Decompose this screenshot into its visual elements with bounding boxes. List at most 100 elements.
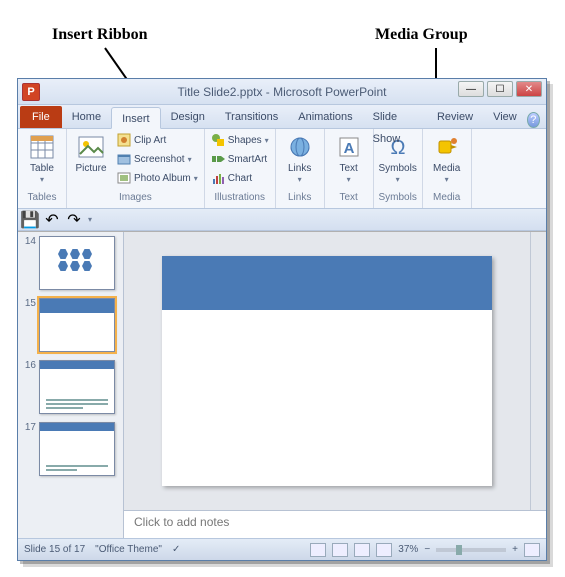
view-sorter-button[interactable] (332, 543, 348, 557)
qat-dropdown-icon[interactable]: ▾ (88, 215, 92, 224)
annotation-media-group: Media Group (375, 26, 468, 44)
smartart-icon (211, 152, 225, 166)
photoalbum-icon (117, 171, 131, 185)
table-icon (28, 133, 56, 161)
caret-icon: ▾ (265, 136, 269, 145)
clipart-button[interactable]: Clip Art (115, 131, 200, 149)
group-tables: Table▾ Tables (18, 129, 67, 208)
ribbon-tabs: File Home Insert Design Transitions Anim… (18, 105, 546, 129)
group-tables-label: Tables (22, 192, 62, 206)
tab-transitions[interactable]: Transitions (215, 106, 288, 128)
picture-label: Picture (75, 163, 106, 174)
vertical-scrollbar[interactable] (530, 232, 546, 510)
current-slide[interactable] (162, 256, 492, 486)
maximize-button[interactable]: ☐ (487, 81, 513, 97)
tab-insert[interactable]: Insert (111, 107, 161, 129)
fit-to-window-button[interactable] (524, 543, 540, 557)
minimize-button[interactable]: — (458, 81, 484, 97)
group-symbols-label: Symbols (378, 192, 418, 206)
caret-icon: ▾ (40, 175, 44, 184)
shapes-icon (211, 133, 225, 147)
picture-icon (77, 133, 105, 161)
tab-home[interactable]: Home (62, 106, 111, 128)
thumbnail-16[interactable]: 16 (20, 360, 121, 414)
links-label: Links (288, 163, 311, 174)
zoom-slider[interactable] (436, 548, 506, 552)
view-normal-button[interactable] (310, 543, 326, 557)
group-media-label: Media (427, 192, 467, 206)
group-images-label: Images (71, 192, 200, 206)
photoalbum-label: Photo Album (134, 173, 191, 184)
picture-button[interactable]: Picture (71, 131, 111, 174)
close-button[interactable]: ✕ (516, 81, 542, 97)
caret-icon: ▾ (347, 175, 351, 184)
screenshot-label: Screenshot (134, 154, 185, 165)
redo-icon[interactable]: ↷ (66, 212, 82, 228)
tab-file[interactable]: File (20, 106, 62, 128)
notes-pane[interactable]: Click to add notes (124, 510, 546, 538)
view-reading-button[interactable] (354, 543, 370, 557)
save-icon[interactable]: 💾 (22, 212, 38, 228)
thumbnail-15[interactable]: 15 (20, 298, 121, 352)
smartart-label: SmartArt (228, 154, 267, 165)
tab-animations[interactable]: Animations (288, 106, 362, 128)
zoom-out-button[interactable]: − (424, 544, 430, 555)
quick-access-toolbar: 💾 ↶ ↷ ▾ (18, 209, 546, 231)
links-icon (286, 133, 314, 161)
slide-canvas[interactable] (124, 232, 530, 510)
help-icon[interactable]: ? (527, 112, 540, 128)
group-images: Picture Clip Art Screenshot ▾ Photo Albu (67, 129, 205, 208)
app-window: P Title Slide2.pptx - Microsoft PowerPoi… (17, 78, 547, 561)
tab-review[interactable]: Review (427, 106, 483, 128)
text-button[interactable]: A Text▾ (329, 131, 369, 185)
shapes-label: Shapes (228, 135, 262, 146)
thumbnail-17[interactable]: 17 (20, 422, 121, 476)
status-bar: Slide 15 of 17 "Office Theme" ✓ 37% − + (18, 538, 546, 560)
caret-icon: ▾ (298, 175, 302, 184)
caret-icon: ▾ (194, 174, 198, 183)
media-label: Media (433, 163, 460, 174)
tab-design[interactable]: Design (161, 106, 215, 128)
svg-text:A: A (343, 140, 354, 157)
group-illustrations: Shapes ▾ SmartArt Chart Illustrations (205, 129, 276, 208)
media-icon (433, 133, 461, 161)
view-slideshow-button[interactable] (376, 543, 392, 557)
annotation-insert-ribbon: Insert Ribbon (52, 26, 148, 44)
status-theme: "Office Theme" (95, 544, 162, 555)
table-label: Table (30, 163, 54, 174)
group-links: Links▾ Links (276, 129, 325, 208)
undo-icon[interactable]: ↶ (44, 212, 60, 228)
symbols-label: Symbols (378, 163, 416, 174)
clipart-label: Clip Art (134, 135, 166, 146)
editor-area: Click to add notes (124, 232, 546, 538)
tab-slideshow[interactable]: Slide Show (363, 106, 427, 128)
group-text-label: Text (329, 192, 369, 206)
thumb-number: 14 (20, 236, 36, 247)
status-slide: Slide 15 of 17 (24, 544, 85, 555)
shapes-button[interactable]: Shapes ▾ (209, 131, 271, 149)
clipart-icon (117, 133, 131, 147)
zoom-in-button[interactable]: + (512, 544, 518, 555)
caret-icon: ▾ (445, 175, 449, 184)
table-button[interactable]: Table▾ (22, 131, 62, 185)
screenshot-icon (117, 152, 131, 166)
spellcheck-icon[interactable]: ✓ (172, 544, 180, 555)
caret-icon: ▾ (188, 155, 192, 164)
slide-title-band (162, 256, 492, 310)
chart-icon (211, 171, 225, 185)
text-label: Text (340, 163, 358, 174)
slide-panel[interactable]: 14 15 16 17 (18, 232, 124, 538)
caret-icon: ▾ (396, 175, 400, 184)
text-icon: A (335, 133, 363, 161)
thumb-number: 15 (20, 298, 36, 309)
screenshot-button[interactable]: Screenshot ▾ (115, 150, 200, 168)
thumbnail-14[interactable]: 14 (20, 236, 121, 290)
chart-button[interactable]: Chart (209, 169, 271, 187)
zoom-value: 37% (398, 544, 418, 555)
photoalbum-button[interactable]: Photo Album ▾ (115, 169, 200, 187)
links-button[interactable]: Links▾ (280, 131, 320, 185)
media-button[interactable]: Media▾ (427, 131, 467, 185)
group-illustrations-label: Illustrations (209, 192, 271, 206)
smartart-button[interactable]: SmartArt (209, 150, 271, 168)
tab-view[interactable]: View (483, 106, 527, 128)
